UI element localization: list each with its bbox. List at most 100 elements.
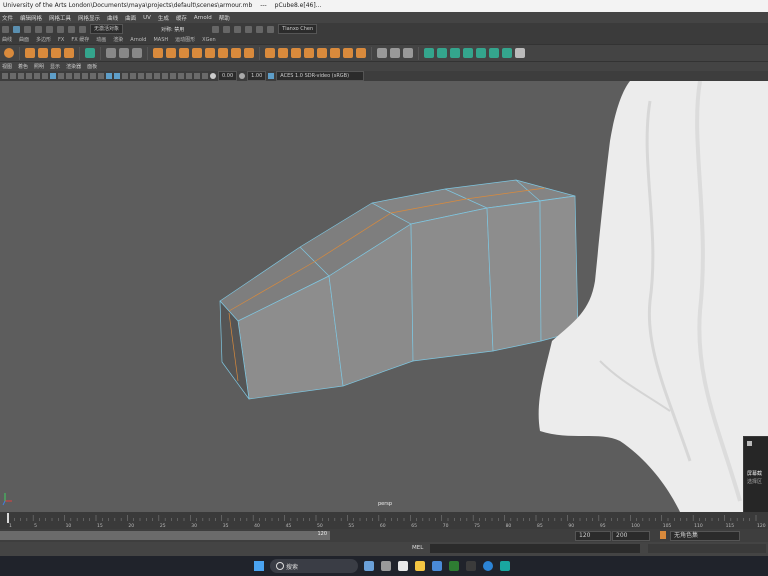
steam-icon[interactable] xyxy=(483,561,493,571)
user-account[interactable]: Tianxo Chen xyxy=(278,24,318,34)
range-end-handle[interactable]: 120 xyxy=(317,531,327,537)
shelf-tab-polygons[interactable]: 多边形 xyxy=(36,36,51,43)
insert-edge-loop-icon[interactable] xyxy=(317,48,327,58)
uv-grid-icon[interactable] xyxy=(390,48,400,58)
mel-label[interactable]: MEL xyxy=(412,545,423,551)
symmetry-label[interactable]: 对称: 禁用 xyxy=(161,26,184,33)
character-set-dropdown[interactable]: 无角色集 xyxy=(670,531,740,541)
taskbar-search[interactable]: 搜索 xyxy=(270,559,358,573)
windows-start-icon[interactable] xyxy=(254,561,264,571)
shelf-tab-fx[interactable]: FX xyxy=(58,37,64,43)
shelf-tab-animation[interactable]: 动画 xyxy=(96,36,106,43)
snap-curve-icon[interactable] xyxy=(57,25,64,33)
smooth-icon[interactable] xyxy=(218,48,228,58)
field-chart-icon[interactable] xyxy=(82,73,88,79)
file-explorer-icon[interactable] xyxy=(415,561,425,571)
motion-blur-icon[interactable] xyxy=(162,73,168,79)
menu-help[interactable]: 帮助 xyxy=(219,14,230,22)
render-settings-icon[interactable] xyxy=(234,25,242,33)
character-set-icon[interactable] xyxy=(660,531,666,539)
shelf-tab-motion-graphics[interactable]: 运动图形 xyxy=(175,36,195,43)
hypershade-icon[interactable] xyxy=(245,25,253,33)
select-by-object-icon[interactable] xyxy=(24,25,31,33)
textured-icon[interactable] xyxy=(130,73,136,79)
shelf-tab-curves[interactable]: 曲线 xyxy=(2,36,12,43)
shadows-icon[interactable] xyxy=(146,73,152,79)
panel-menu-panels[interactable]: 面板 xyxy=(87,63,97,70)
menu-arnold[interactable]: Arnold xyxy=(194,15,212,21)
cylindrical-map-icon[interactable] xyxy=(437,48,447,58)
combine-icon[interactable] xyxy=(153,48,163,58)
color-management-icon[interactable] xyxy=(268,73,275,79)
joint-icon[interactable] xyxy=(132,48,142,58)
menu-mesh-display[interactable]: 网格显示 xyxy=(78,14,100,22)
shelf-tab-mash[interactable]: MASH xyxy=(153,37,168,43)
mirror-icon[interactable] xyxy=(244,48,254,58)
menu-cache[interactable]: 缓存 xyxy=(176,14,187,22)
wireframe-on-shaded-icon[interactable] xyxy=(122,73,128,79)
panel-menu-renderer[interactable]: 渲染器 xyxy=(66,63,81,70)
terminal-icon[interactable] xyxy=(466,561,476,571)
menu-surfaces[interactable]: 曲面 xyxy=(125,14,136,22)
safe-action-icon[interactable] xyxy=(90,73,96,79)
wireframe-icon[interactable] xyxy=(106,73,112,79)
view-transform-dropdown[interactable]: ACES 1.0 SDR-video (sRGB) xyxy=(276,71,365,81)
target-weld-icon[interactable] xyxy=(343,48,353,58)
extrude-icon[interactable] xyxy=(265,48,275,58)
snap-grid-icon[interactable] xyxy=(46,25,53,33)
gamma-icon[interactable] xyxy=(239,73,246,79)
xray-joints-icon[interactable] xyxy=(194,73,200,79)
multi-cut-icon[interactable] xyxy=(330,48,340,58)
planar-map-icon[interactable] xyxy=(424,48,434,58)
lattice-icon[interactable] xyxy=(119,48,129,58)
shelf-tab-fx-cache[interactable]: FX 缓存 xyxy=(71,36,89,43)
shelf-tab-surfaces[interactable]: 曲面 xyxy=(19,36,29,43)
sidebar-toggle-icon[interactable] xyxy=(267,25,275,33)
curve-tool-icon[interactable] xyxy=(38,48,48,58)
film-gate-icon[interactable] xyxy=(58,73,64,79)
menu-edit-mesh[interactable]: 编辑网格 xyxy=(20,14,42,22)
panel-menu-lighting[interactable]: 照明 xyxy=(34,63,44,70)
svg-tool-icon[interactable] xyxy=(64,48,74,58)
reduce-icon[interactable] xyxy=(231,48,241,58)
append-polygon-icon[interactable] xyxy=(304,48,314,58)
gamma-field[interactable]: 1.00 xyxy=(247,71,267,81)
maya-icon[interactable] xyxy=(500,561,510,571)
time-slider[interactable]: 1 5 10 15 20 25 30 35 40 45 50 55 60 65 70 75 80 85 90 95 10… xyxy=(0,512,768,529)
mail-icon[interactable] xyxy=(432,561,442,571)
menu-generate[interactable]: 生成 xyxy=(158,14,169,22)
safe-title-icon[interactable] xyxy=(98,73,104,79)
use-lights-icon[interactable] xyxy=(138,73,144,79)
isolate-select-icon[interactable] xyxy=(178,73,184,79)
shelf-tab-rendering[interactable]: 渲染 xyxy=(113,36,123,43)
snap-point-icon[interactable] xyxy=(68,25,75,33)
shelf-tab-xgen[interactable]: XGen xyxy=(202,37,216,43)
current-frame-marker[interactable] xyxy=(7,513,9,523)
extract-icon[interactable] xyxy=(192,48,202,58)
quad-draw-icon[interactable] xyxy=(356,48,366,58)
bridge-icon[interactable] xyxy=(179,48,189,58)
snap-surface-icon[interactable] xyxy=(79,25,86,33)
camera-select-icon[interactable] xyxy=(2,73,8,79)
ipr-render-icon[interactable] xyxy=(223,25,231,33)
boolean-icon[interactable] xyxy=(205,48,215,58)
bookmark-icon[interactable] xyxy=(18,73,24,79)
store-icon[interactable] xyxy=(398,561,408,571)
close-shelf-icon[interactable] xyxy=(515,48,525,58)
menu-curves[interactable]: 曲线 xyxy=(107,14,118,22)
backface-culling-icon[interactable] xyxy=(202,73,208,79)
exposure-field[interactable]: 0.00 xyxy=(218,71,238,81)
2d-pan-zoom-icon[interactable] xyxy=(34,73,40,79)
uv-cut-icon[interactable] xyxy=(476,48,486,58)
grease-pencil-icon[interactable] xyxy=(42,73,48,79)
pcube-mesh[interactable] xyxy=(219,179,579,400)
auto-map-icon[interactable] xyxy=(463,48,473,58)
fill-hole-icon[interactable] xyxy=(291,48,301,58)
camera-attributes-icon[interactable] xyxy=(10,73,16,79)
image-plane-icon[interactable] xyxy=(26,73,32,79)
measure-icon[interactable] xyxy=(377,48,387,58)
xray-icon[interactable] xyxy=(186,73,192,79)
viewport-persp[interactable] xyxy=(0,81,768,512)
photoshop-icon[interactable] xyxy=(449,561,459,571)
task-view-icon[interactable] xyxy=(381,561,391,571)
